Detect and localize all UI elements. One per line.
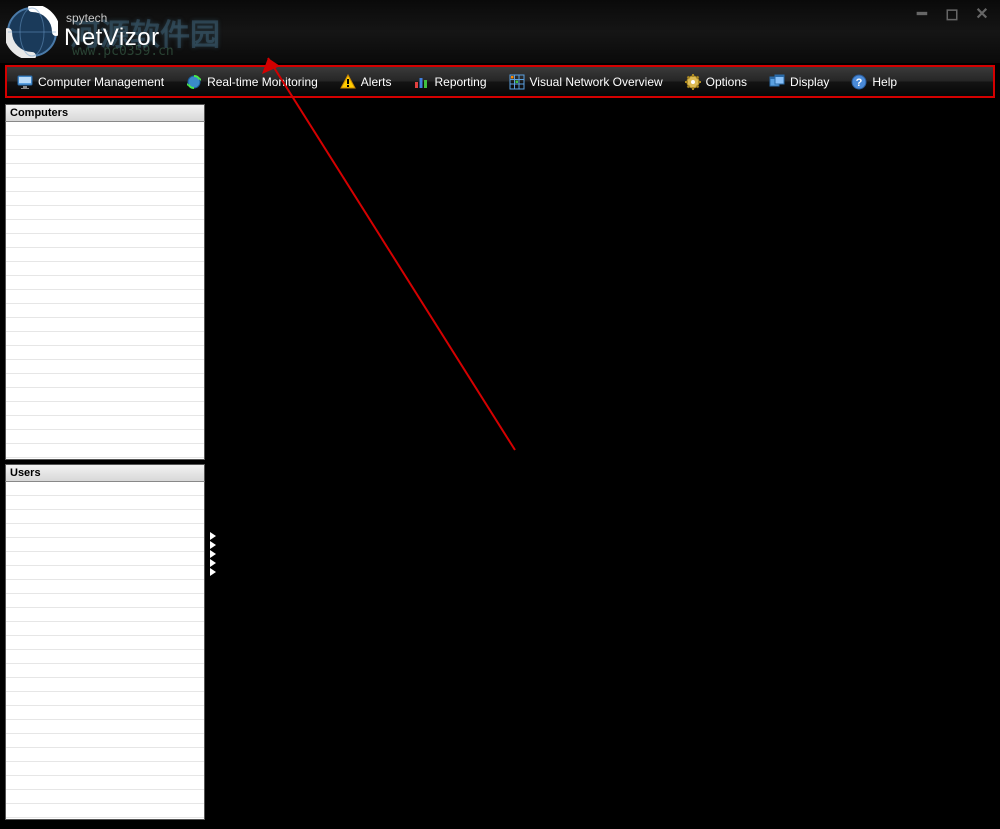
toolbar-display[interactable]: Display bbox=[769, 74, 829, 90]
list-row[interactable] bbox=[6, 482, 204, 496]
gear-icon bbox=[685, 74, 701, 90]
chevron-right-icon[interactable] bbox=[210, 541, 216, 549]
list-row[interactable] bbox=[6, 220, 204, 234]
users-panel-header[interactable]: Users bbox=[5, 464, 205, 482]
toolbar-realtime-monitoring[interactable]: Real-time Monitoring bbox=[186, 74, 318, 90]
main-toolbar: Computer Management Real-time Monitoring… bbox=[5, 65, 995, 98]
list-row[interactable] bbox=[6, 748, 204, 762]
titlebar: 河源软件园 www.pc0359.cn spytech NetVizor ━ ◻… bbox=[0, 0, 1000, 63]
list-row[interactable] bbox=[6, 776, 204, 790]
list-row[interactable] bbox=[6, 804, 204, 818]
brand-subtitle: spytech bbox=[66, 12, 160, 25]
list-row[interactable] bbox=[6, 318, 204, 332]
list-row[interactable] bbox=[6, 762, 204, 776]
list-row[interactable] bbox=[6, 346, 204, 360]
list-row[interactable] bbox=[6, 566, 204, 580]
list-row[interactable] bbox=[6, 388, 204, 402]
brand-title: NetVizor bbox=[64, 25, 160, 51]
list-row[interactable] bbox=[6, 332, 204, 346]
app-logo: spytech NetVizor bbox=[6, 6, 160, 58]
main-content bbox=[205, 100, 1000, 829]
chart-icon bbox=[413, 74, 429, 90]
list-row[interactable] bbox=[6, 608, 204, 622]
list-row[interactable] bbox=[6, 692, 204, 706]
toolbar-options[interactable]: Options bbox=[685, 74, 747, 90]
monitor-icon bbox=[17, 74, 33, 90]
computers-panel: Computers bbox=[5, 104, 205, 460]
splitter-arrows[interactable] bbox=[210, 532, 216, 576]
warning-icon bbox=[340, 74, 356, 90]
computers-list[interactable] bbox=[5, 122, 205, 460]
list-row[interactable] bbox=[6, 206, 204, 220]
list-row[interactable] bbox=[6, 402, 204, 416]
list-row[interactable] bbox=[6, 150, 204, 164]
toolbar-computer-management[interactable]: Computer Management bbox=[17, 74, 164, 90]
list-row[interactable] bbox=[6, 650, 204, 664]
list-row[interactable] bbox=[6, 360, 204, 374]
toolbar-visual-network[interactable]: Visual Network Overview bbox=[509, 74, 663, 90]
toolbar-label: Alerts bbox=[361, 75, 392, 89]
computers-panel-header[interactable]: Computers bbox=[5, 104, 205, 122]
grid-icon bbox=[509, 74, 525, 90]
list-row[interactable] bbox=[6, 430, 204, 444]
toolbar-label: Options bbox=[706, 75, 747, 89]
close-button[interactable]: ✕ bbox=[974, 8, 990, 24]
list-row[interactable] bbox=[6, 678, 204, 692]
list-row[interactable] bbox=[6, 444, 204, 458]
list-row[interactable] bbox=[6, 178, 204, 192]
users-list[interactable] bbox=[5, 482, 205, 820]
list-row[interactable] bbox=[6, 262, 204, 276]
toolbar-reporting[interactable]: Reporting bbox=[413, 74, 486, 90]
list-row[interactable] bbox=[6, 538, 204, 552]
list-row[interactable] bbox=[6, 524, 204, 538]
toolbar-label: Help bbox=[872, 75, 897, 89]
list-row[interactable] bbox=[6, 552, 204, 566]
list-row[interactable] bbox=[6, 622, 204, 636]
windows-icon bbox=[769, 74, 785, 90]
list-row[interactable] bbox=[6, 580, 204, 594]
list-row[interactable] bbox=[6, 636, 204, 650]
list-row[interactable] bbox=[6, 594, 204, 608]
toolbar-label: Computer Management bbox=[38, 75, 164, 89]
chevron-right-icon[interactable] bbox=[210, 550, 216, 558]
toolbar-alerts[interactable]: Alerts bbox=[340, 74, 392, 90]
list-row[interactable] bbox=[6, 248, 204, 262]
list-row[interactable] bbox=[6, 192, 204, 206]
sidebar: Computers Users bbox=[0, 100, 205, 829]
list-row[interactable] bbox=[6, 706, 204, 720]
list-row[interactable] bbox=[6, 416, 204, 430]
list-row[interactable] bbox=[6, 234, 204, 248]
list-row[interactable] bbox=[6, 164, 204, 178]
list-row[interactable] bbox=[6, 374, 204, 388]
list-row[interactable] bbox=[6, 510, 204, 524]
list-row[interactable] bbox=[6, 276, 204, 290]
svg-text:?: ? bbox=[856, 77, 863, 89]
globe-refresh-icon bbox=[186, 74, 202, 90]
list-row[interactable] bbox=[6, 664, 204, 678]
minimize-button[interactable]: ━ bbox=[914, 8, 930, 24]
users-panel: Users bbox=[5, 464, 205, 820]
chevron-right-icon[interactable] bbox=[210, 532, 216, 540]
chevron-right-icon[interactable] bbox=[210, 568, 216, 576]
list-row[interactable] bbox=[6, 136, 204, 150]
maximize-button[interactable]: ◻ bbox=[944, 8, 960, 24]
globe-logo-icon bbox=[6, 6, 58, 58]
toolbar-label: Visual Network Overview bbox=[530, 75, 663, 89]
toolbar-label: Reporting bbox=[434, 75, 486, 89]
toolbar-label: Display bbox=[790, 75, 829, 89]
list-row[interactable] bbox=[6, 290, 204, 304]
list-row[interactable] bbox=[6, 734, 204, 748]
list-row[interactable] bbox=[6, 496, 204, 510]
help-icon: ? bbox=[851, 74, 867, 90]
list-row[interactable] bbox=[6, 304, 204, 318]
list-row[interactable] bbox=[6, 790, 204, 804]
toolbar-label: Real-time Monitoring bbox=[207, 75, 318, 89]
list-row[interactable] bbox=[6, 122, 204, 136]
toolbar-help[interactable]: ? Help bbox=[851, 74, 897, 90]
list-row[interactable] bbox=[6, 720, 204, 734]
chevron-right-icon[interactable] bbox=[210, 559, 216, 567]
